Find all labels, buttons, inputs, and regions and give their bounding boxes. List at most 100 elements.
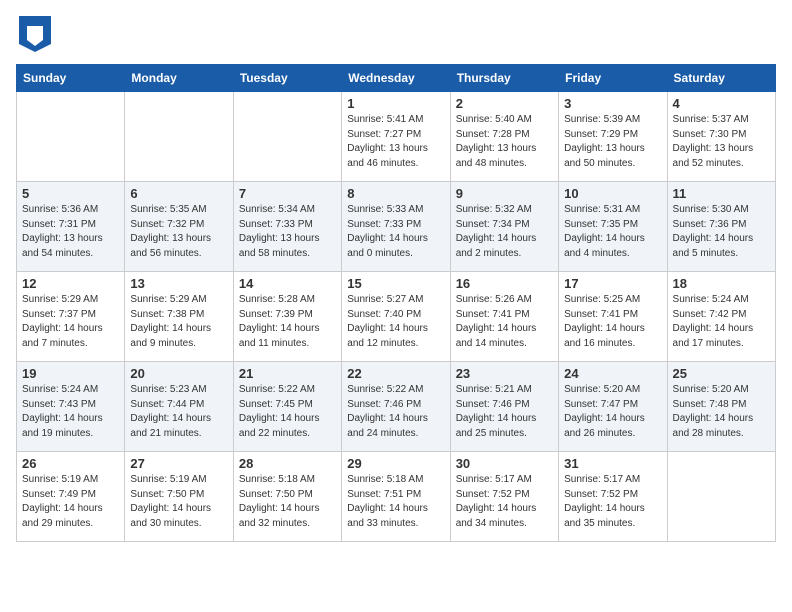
day-info: Sunrise: 5:40 AMSunset: 7:28 PMDaylight:… <box>456 113 553 171</box>
day-number: 20 <box>130 366 227 381</box>
calendar-week-row: 19 Sunrise: 5:24 AMSunset: 7:43 PMDayligh… <box>17 362 776 452</box>
calendar-cell <box>667 452 775 542</box>
calendar-cell: 5 Sunrise: 5:36 AMSunset: 7:31 PMDaylight… <box>17 182 125 272</box>
day-number: 23 <box>456 366 553 381</box>
calendar-cell <box>233 92 341 182</box>
day-info: Sunrise: 5:19 AMSunset: 7:50 PMDaylight:… <box>130 473 227 531</box>
day-number: 14 <box>239 276 336 291</box>
calendar-week-row: 1 Sunrise: 5:41 AMSunset: 7:27 PMDaylight… <box>17 92 776 182</box>
calendar-cell: 20 Sunrise: 5:23 AMSunset: 7:44 PMDayligh… <box>125 362 233 452</box>
logo-icon <box>19 16 51 52</box>
calendar-cell: 14 Sunrise: 5:28 AMSunset: 7:39 PMDayligh… <box>233 272 341 362</box>
day-number: 27 <box>130 456 227 471</box>
calendar-cell: 24 Sunrise: 5:20 AMSunset: 7:47 PMDayligh… <box>559 362 667 452</box>
calendar-cell: 8 Sunrise: 5:33 AMSunset: 7:33 PMDaylight… <box>342 182 450 272</box>
calendar-table: SundayMondayTuesdayWednesdayThursdayFrid… <box>16 64 776 542</box>
calendar-cell: 27 Sunrise: 5:19 AMSunset: 7:50 PMDayligh… <box>125 452 233 542</box>
calendar-cell: 26 Sunrise: 5:19 AMSunset: 7:49 PMDayligh… <box>17 452 125 542</box>
calendar-week-row: 26 Sunrise: 5:19 AMSunset: 7:49 PMDayligh… <box>17 452 776 542</box>
day-number: 9 <box>456 186 553 201</box>
day-number: 17 <box>564 276 661 291</box>
calendar-cell: 6 Sunrise: 5:35 AMSunset: 7:32 PMDaylight… <box>125 182 233 272</box>
day-info: Sunrise: 5:27 AMSunset: 7:40 PMDaylight:… <box>347 293 444 351</box>
calendar-cell: 31 Sunrise: 5:17 AMSunset: 7:52 PMDayligh… <box>559 452 667 542</box>
calendar-cell: 10 Sunrise: 5:31 AMSunset: 7:35 PMDayligh… <box>559 182 667 272</box>
day-info: Sunrise: 5:24 AMSunset: 7:43 PMDaylight:… <box>22 383 119 441</box>
day-info: Sunrise: 5:22 AMSunset: 7:46 PMDaylight:… <box>347 383 444 441</box>
calendar-cell: 29Sunrise: 5:18 AMSunset: 7:51 PMDayligh… <box>342 452 450 542</box>
calendar-cell: 13 Sunrise: 5:29 AMSunset: 7:38 PMDayligh… <box>125 272 233 362</box>
day-info: Sunrise: 5:25 AMSunset: 7:41 PMDaylight:… <box>564 293 661 351</box>
calendar-cell: 2 Sunrise: 5:40 AMSunset: 7:28 PMDaylight… <box>450 92 558 182</box>
day-number: 1 <box>347 96 444 111</box>
calendar-cell: 23 Sunrise: 5:21 AMSunset: 7:46 PMDayligh… <box>450 362 558 452</box>
calendar-header-row: SundayMondayTuesdayWednesdayThursdayFrid… <box>17 65 776 92</box>
day-header-wednesday: Wednesday <box>342 65 450 92</box>
calendar-cell: 28 Sunrise: 5:18 AMSunset: 7:50 PMDayligh… <box>233 452 341 542</box>
calendar-cell: 25Sunrise: 5:20 AMSunset: 7:48 PMDayligh… <box>667 362 775 452</box>
day-number: 10 <box>564 186 661 201</box>
day-number: 5 <box>22 186 119 201</box>
calendar-cell: 11 Sunrise: 5:30 AMSunset: 7:36 PMDayligh… <box>667 182 775 272</box>
day-info: Sunrise: 5:20 AMSunset: 7:47 PMDaylight:… <box>564 383 661 441</box>
calendar-cell: 7 Sunrise: 5:34 AMSunset: 7:33 PMDaylight… <box>233 182 341 272</box>
calendar-cell: 30 Sunrise: 5:17 AMSunset: 7:52 PMDayligh… <box>450 452 558 542</box>
day-info: Sunrise: 5:29 AMSunset: 7:38 PMDaylight:… <box>130 293 227 351</box>
day-number: 6 <box>130 186 227 201</box>
day-info: Sunrise: 5:39 AMSunset: 7:29 PMDaylight:… <box>564 113 661 171</box>
day-number: 24 <box>564 366 661 381</box>
day-info: Sunrise: 5:30 AMSunset: 7:36 PMDaylight:… <box>673 203 770 261</box>
day-info: Sunrise: 5:18 AMSunset: 7:51 PMDaylight:… <box>347 473 444 531</box>
day-info: Sunrise: 5:29 AMSunset: 7:37 PMDaylight:… <box>22 293 119 351</box>
page-header <box>16 16 776 52</box>
calendar-cell: 4Sunrise: 5:37 AMSunset: 7:30 PMDaylight… <box>667 92 775 182</box>
calendar-cell: 17 Sunrise: 5:25 AMSunset: 7:41 PMDayligh… <box>559 272 667 362</box>
calendar-cell: 12Sunrise: 5:29 AMSunset: 7:37 PMDayligh… <box>17 272 125 362</box>
day-info: Sunrise: 5:41 AMSunset: 7:27 PMDaylight:… <box>347 113 444 171</box>
day-info: Sunrise: 5:31 AMSunset: 7:35 PMDaylight:… <box>564 203 661 261</box>
day-info: Sunrise: 5:28 AMSunset: 7:39 PMDaylight:… <box>239 293 336 351</box>
calendar-week-row: 5 Sunrise: 5:36 AMSunset: 7:31 PMDaylight… <box>17 182 776 272</box>
calendar-cell <box>17 92 125 182</box>
calendar-cell: 16Sunrise: 5:26 AMSunset: 7:41 PMDayligh… <box>450 272 558 362</box>
day-info: Sunrise: 5:19 AMSunset: 7:49 PMDaylight:… <box>22 473 119 531</box>
day-info: Sunrise: 5:35 AMSunset: 7:32 PMDaylight:… <box>130 203 227 261</box>
day-number: 30 <box>456 456 553 471</box>
day-info: Sunrise: 5:26 AMSunset: 7:41 PMDaylight:… <box>456 293 553 351</box>
day-number: 11 <box>673 186 770 201</box>
day-number: 26 <box>22 456 119 471</box>
day-info: Sunrise: 5:36 AMSunset: 7:31 PMDaylight:… <box>22 203 119 261</box>
day-header-thursday: Thursday <box>450 65 558 92</box>
day-info: Sunrise: 5:22 AMSunset: 7:45 PMDaylight:… <box>239 383 336 441</box>
day-info: Sunrise: 5:23 AMSunset: 7:44 PMDaylight:… <box>130 383 227 441</box>
day-info: Sunrise: 5:21 AMSunset: 7:46 PMDaylight:… <box>456 383 553 441</box>
day-info: Sunrise: 5:34 AMSunset: 7:33 PMDaylight:… <box>239 203 336 261</box>
day-info: Sunrise: 5:20 AMSunset: 7:48 PMDaylight:… <box>673 383 770 441</box>
calendar-week-row: 12Sunrise: 5:29 AMSunset: 7:37 PMDayligh… <box>17 272 776 362</box>
day-number: 8 <box>347 186 444 201</box>
logo <box>16 16 51 52</box>
day-info: Sunrise: 5:17 AMSunset: 7:52 PMDaylight:… <box>456 473 553 531</box>
calendar-cell: 21 Sunrise: 5:22 AMSunset: 7:45 PMDayligh… <box>233 362 341 452</box>
day-number: 28 <box>239 456 336 471</box>
day-info: Sunrise: 5:33 AMSunset: 7:33 PMDaylight:… <box>347 203 444 261</box>
day-number: 21 <box>239 366 336 381</box>
day-number: 18 <box>673 276 770 291</box>
day-info: Sunrise: 5:24 AMSunset: 7:42 PMDaylight:… <box>673 293 770 351</box>
calendar-cell: 19 Sunrise: 5:24 AMSunset: 7:43 PMDayligh… <box>17 362 125 452</box>
day-number: 19 <box>22 366 119 381</box>
day-info: Sunrise: 5:18 AMSunset: 7:50 PMDaylight:… <box>239 473 336 531</box>
calendar-cell: 22 Sunrise: 5:22 AMSunset: 7:46 PMDayligh… <box>342 362 450 452</box>
day-header-saturday: Saturday <box>667 65 775 92</box>
day-info: Sunrise: 5:37 AMSunset: 7:30 PMDaylight:… <box>673 113 770 171</box>
day-number: 31 <box>564 456 661 471</box>
day-number: 2 <box>456 96 553 111</box>
day-info: Sunrise: 5:17 AMSunset: 7:52 PMDaylight:… <box>564 473 661 531</box>
day-header-tuesday: Tuesday <box>233 65 341 92</box>
day-number: 3 <box>564 96 661 111</box>
day-number: 7 <box>239 186 336 201</box>
day-header-sunday: Sunday <box>17 65 125 92</box>
day-number: 22 <box>347 366 444 381</box>
calendar-cell: 18 Sunrise: 5:24 AMSunset: 7:42 PMDayligh… <box>667 272 775 362</box>
day-number: 13 <box>130 276 227 291</box>
